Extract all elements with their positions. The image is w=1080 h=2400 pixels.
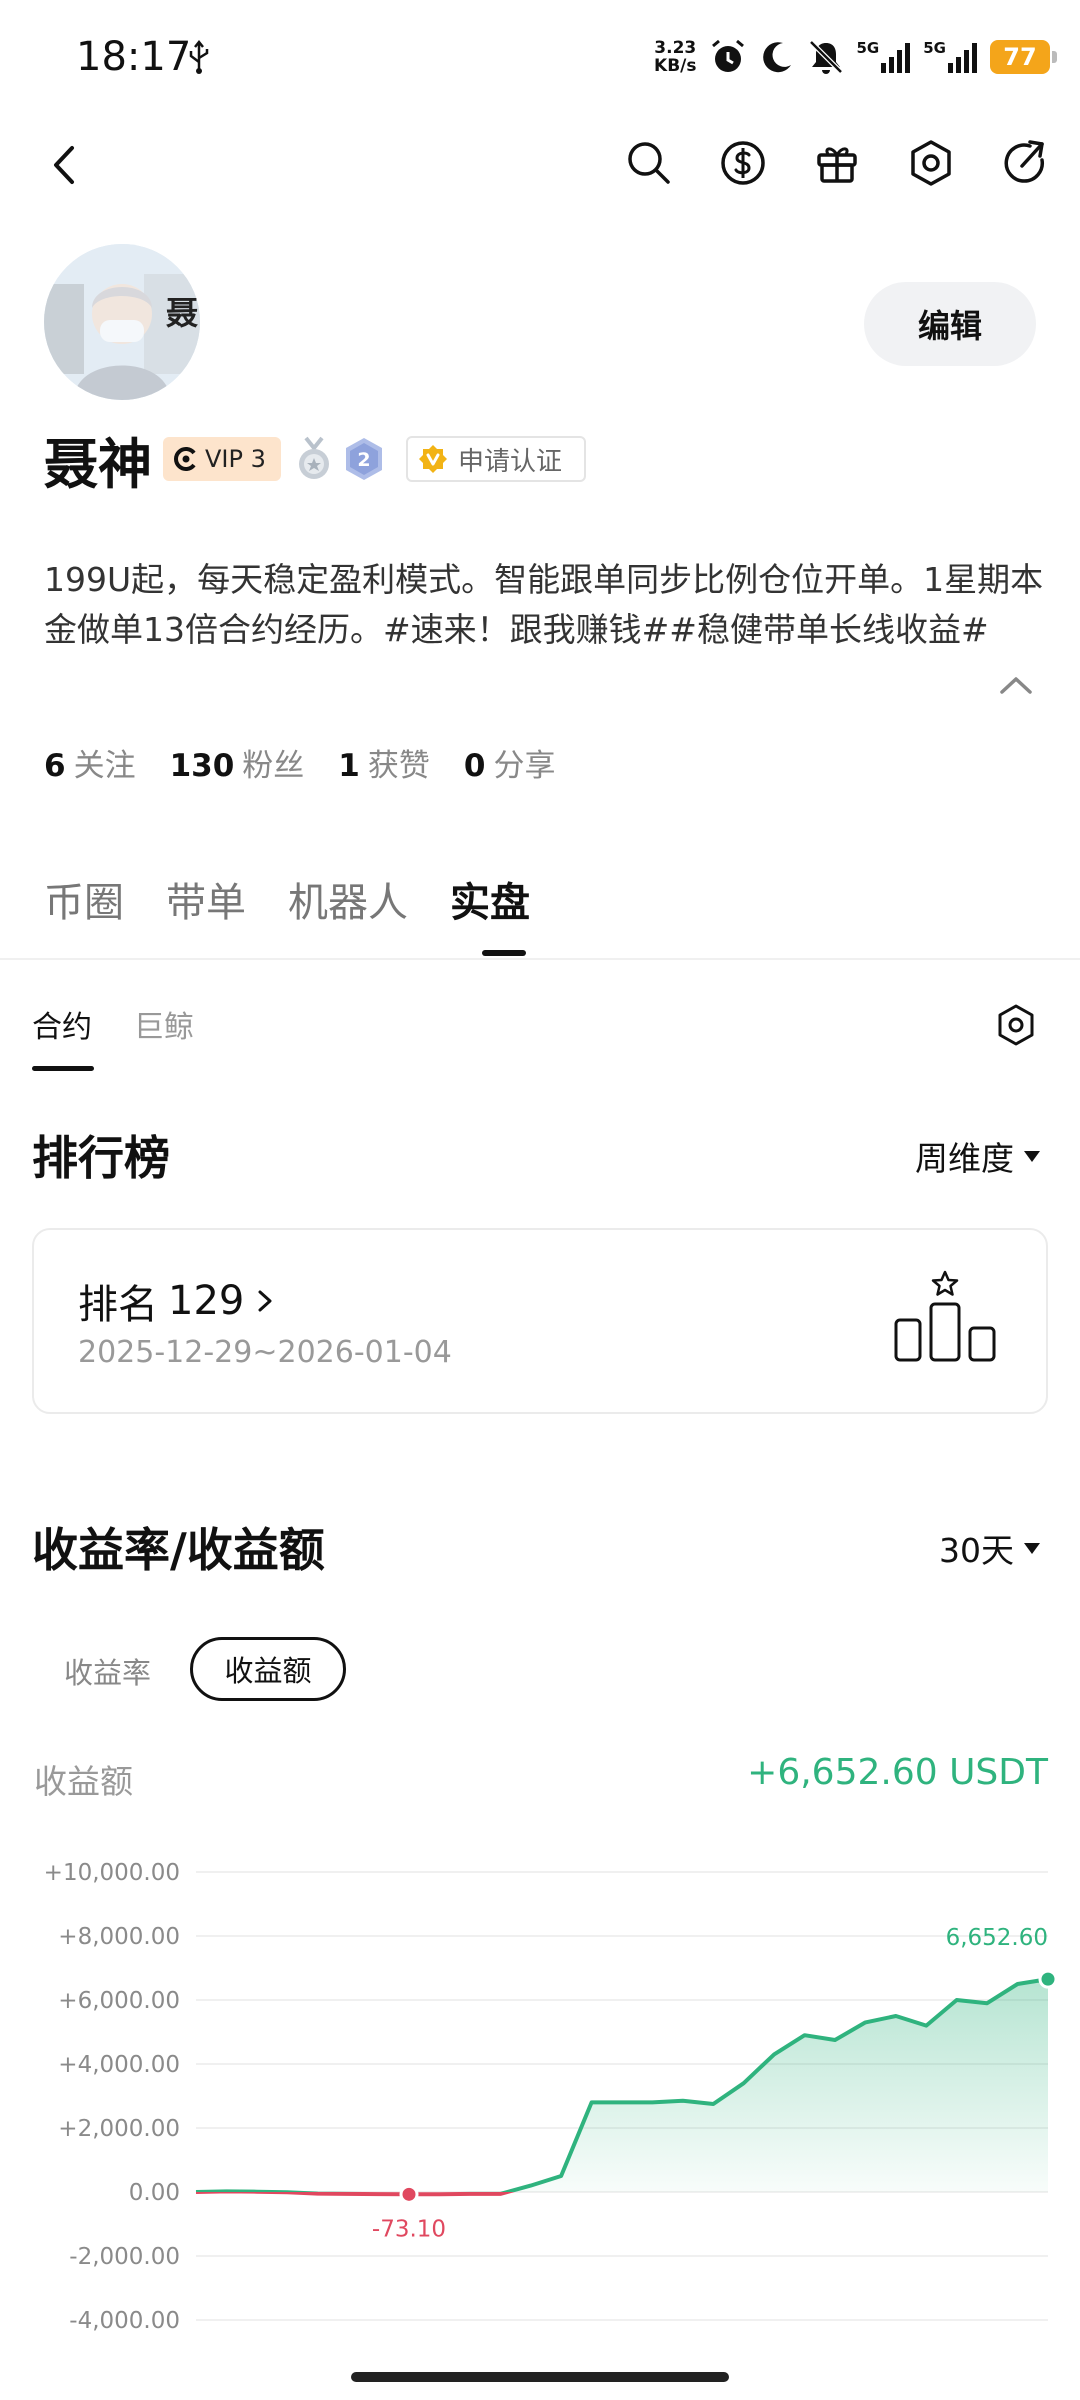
podium-icon (894, 1270, 996, 1362)
tab-live-trading[interactable]: 实盘 (450, 870, 530, 928)
share-icon[interactable] (1000, 138, 1050, 188)
sub-tabs: 合约 巨鲸 (32, 1002, 194, 1046)
search-icon[interactable] (624, 138, 674, 188)
verified-icon (419, 445, 447, 473)
metric-label: 收益额 (34, 1762, 133, 1801)
svg-text:2: 2 (357, 449, 370, 471)
verify-badge[interactable]: 申请认证 (406, 436, 586, 482)
leaderboard-title: 排行榜 (32, 1131, 170, 1185)
main-tabs: 币圈 带单 机器人 实盘 (44, 870, 530, 928)
dollar-icon[interactable] (718, 138, 768, 188)
home-indicator (351, 2372, 729, 2382)
sub-tab-indicator (32, 1066, 94, 1071)
medal-icon[interactable] (294, 436, 334, 482)
min-label: -73.10 (372, 2216, 446, 2242)
status-icons: 3.23 KB/s 5G 5G 77 (654, 34, 1057, 80)
signal-icon-2: 5G (923, 41, 978, 73)
signal-icon: 5G (857, 41, 912, 73)
toggle-amount[interactable]: 收益额 (190, 1637, 346, 1701)
tab-copy-trading[interactable]: 带单 (166, 870, 246, 928)
gift-icon[interactable] (812, 138, 862, 188)
moon-icon (762, 42, 791, 73)
back-icon[interactable] (42, 142, 88, 188)
y-tick-label: 0.00 (129, 2180, 180, 2206)
pnl-area (196, 1979, 1048, 2192)
chevron-right-icon (258, 1290, 272, 1312)
status-time: 18:17 (76, 34, 192, 80)
stat-shares[interactable]: 0 分享 (464, 740, 556, 785)
level-badge[interactable]: 2 (344, 436, 384, 482)
nav-actions (624, 138, 1050, 188)
profile-bio: 199U起，每天稳定盈利模式。智能跟单同步比例仓位开单。1星期本金做单13倍合约… (44, 560, 1044, 649)
profile-stats: 6 关注 130 粉丝 1 获赞 0 分享 (44, 740, 555, 785)
mute-icon (808, 40, 843, 74)
stat-followers[interactable]: 130 粉丝 (170, 740, 305, 785)
username: 聂神 (44, 433, 152, 496)
toggle-rate[interactable]: 收益率 (64, 1650, 151, 1692)
y-tick-label: -2,000.00 (69, 2244, 180, 2270)
settings-icon[interactable] (906, 138, 956, 188)
avatar-name: 聂 (166, 294, 199, 332)
main-tab-indicator (482, 950, 526, 956)
rank-line[interactable]: 排名 129 (78, 1272, 276, 1330)
usb-icon (189, 40, 209, 74)
caret-down-icon (1024, 1542, 1040, 1554)
y-tick-label: +6,000.00 (58, 1988, 180, 2014)
y-tick-label: +10,000.00 (44, 1860, 180, 1886)
stat-following[interactable]: 6 关注 (44, 740, 136, 785)
metric-value: +6,652.60 USDT (747, 1752, 1048, 1793)
stat-likes[interactable]: 1 获赞 (338, 740, 430, 785)
vip-icon (174, 447, 196, 471)
pnl-chart[interactable]: +10,000.00 +8,000.00 +6,000.00 +4,000.00 +2,… (0, 1830, 1080, 2350)
y-tick-label: +8,000.00 (58, 1924, 180, 1950)
settings-icon[interactable] (994, 1003, 1038, 1047)
rank-date-range: 2025-12-29~2026-01-04 (78, 1335, 452, 1370)
net-speed: 3.23 KB/s (654, 38, 697, 76)
battery-icon: 77 (990, 40, 1057, 74)
max-label: 6,652.60 (946, 1925, 1048, 1951)
vip-badge[interactable]: VIP 3 (163, 437, 281, 481)
tab-coin-circle[interactable]: 币圈 (44, 870, 124, 928)
days-select[interactable]: 30天 (939, 1524, 1040, 1572)
divider (0, 958, 1080, 960)
tab-whales[interactable]: 巨鲸 (134, 1002, 194, 1046)
min-point (399, 2184, 419, 2204)
pnl-title: 收益率/收益额 (32, 1523, 325, 1577)
alarm-icon (711, 39, 744, 72)
tab-bots[interactable]: 机器人 (288, 870, 408, 928)
y-tick-label: +4,000.00 (58, 2052, 180, 2078)
caret-down-icon (1024, 1150, 1040, 1162)
max-point (1038, 1969, 1058, 1989)
y-tick-label: +2,000.00 (58, 2116, 180, 2142)
y-tick-label: -4,000.00 (69, 2308, 180, 2334)
chevron-up-icon[interactable] (996, 670, 1036, 700)
tab-futures[interactable]: 合约 (32, 1002, 92, 1046)
edit-button[interactable]: 编辑 (864, 282, 1036, 366)
period-select[interactable]: 周维度 (915, 1132, 1040, 1180)
